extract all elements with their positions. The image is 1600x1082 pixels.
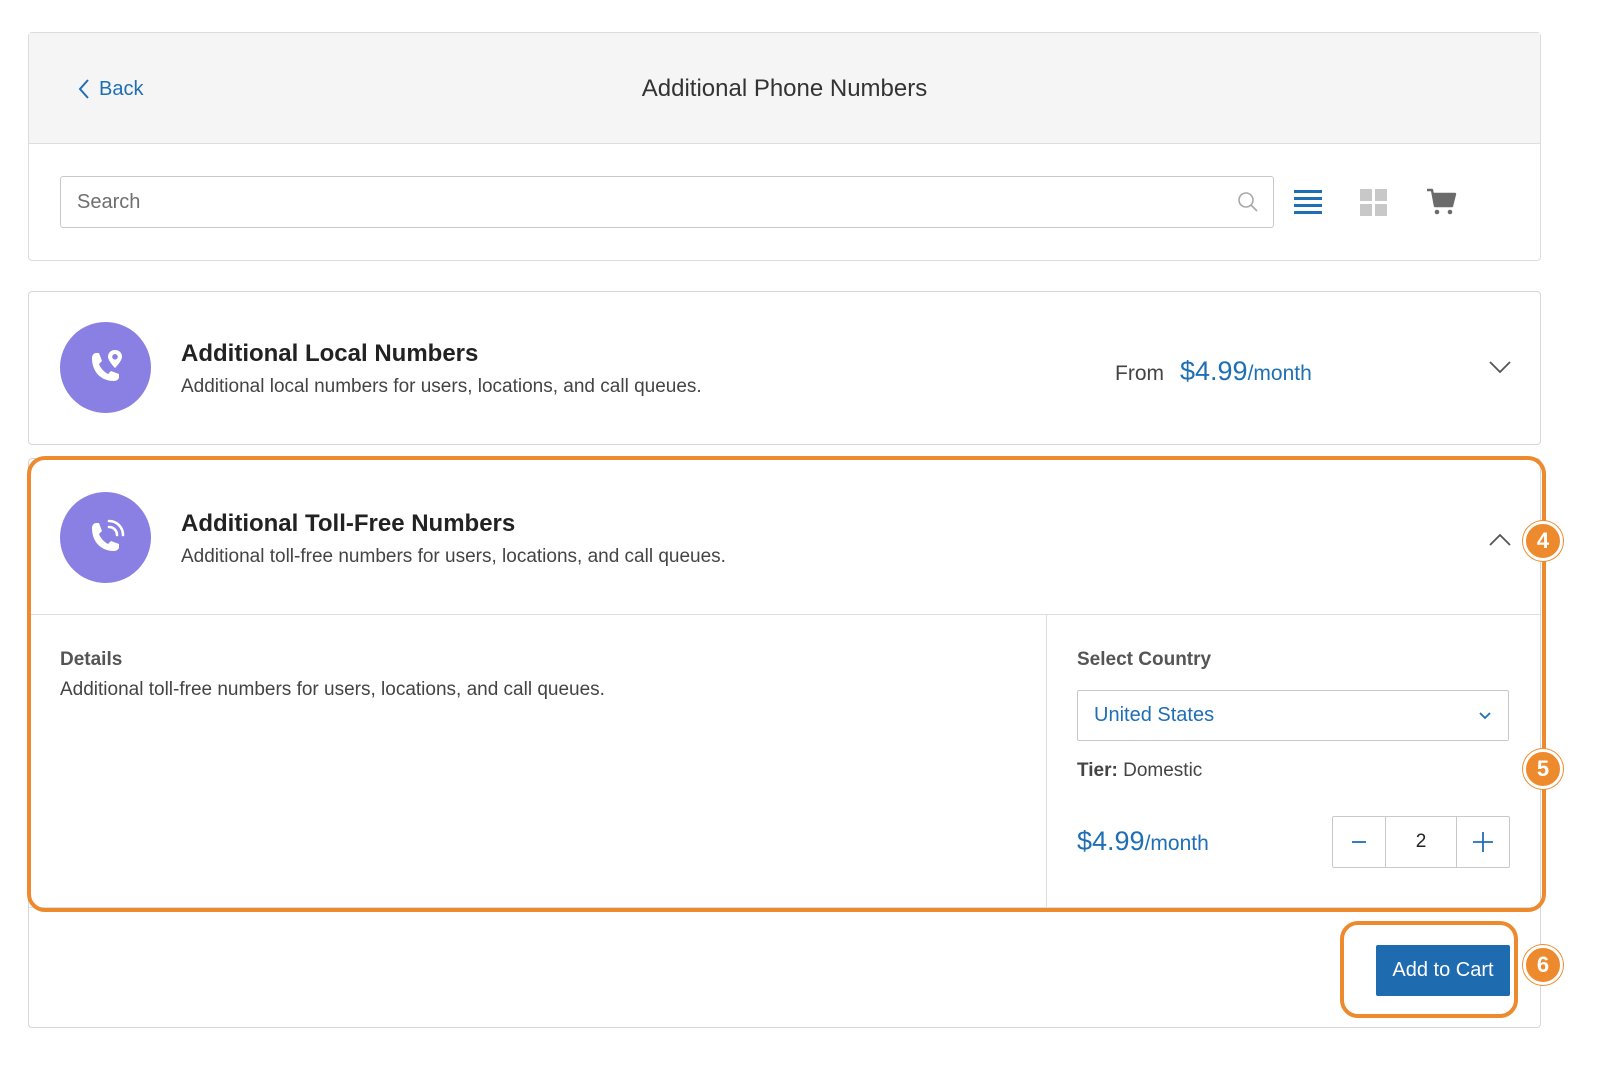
divider: [1046, 614, 1047, 907]
phone-location-icon: [60, 322, 151, 413]
product-price: $4.99 /month: [1077, 826, 1209, 857]
select-country-label: Select Country: [1077, 649, 1212, 670]
divider: [29, 614, 1540, 615]
search-icon[interactable]: [1237, 191, 1259, 213]
list-view-icon[interactable]: [1293, 187, 1323, 217]
step-badge: 4: [1523, 521, 1563, 561]
grid-view-icon[interactable]: [1359, 187, 1389, 217]
product-card-toll-free-numbers: Additional Toll-Free Numbers Additional …: [28, 458, 1541, 1028]
quantity-stepper: 2: [1332, 816, 1510, 868]
price-prefix: From: [1115, 362, 1164, 385]
country-select[interactable]: United States: [1077, 690, 1509, 741]
decrement-button[interactable]: [1333, 817, 1385, 867]
product-description: Additional toll-free numbers for users, …: [181, 546, 726, 567]
phone-ringing-icon: [60, 492, 151, 583]
product-title: Additional Toll-Free Numbers: [181, 510, 516, 537]
chevron-down-icon: [1479, 712, 1491, 720]
step-badge: 6: [1523, 945, 1563, 985]
product-description: Additional local numbers for users, loca…: [181, 376, 702, 397]
increment-button[interactable]: [1457, 817, 1509, 867]
tier-value: Domestic: [1123, 760, 1203, 781]
plus-icon: [1473, 832, 1493, 852]
details-text: Additional toll-free numbers for users, …: [60, 679, 605, 700]
header-card: Back Additional Phone Numbers: [28, 32, 1541, 261]
search-field[interactable]: [60, 176, 1274, 228]
country-select-value: United States: [1094, 704, 1215, 726]
price-unit: /month: [1247, 362, 1312, 385]
product-price: From $4.99 /month: [1115, 356, 1312, 387]
minus-icon: [1352, 841, 1366, 843]
price-amount: $4.99: [1180, 356, 1248, 386]
chevron-up-icon[interactable]: [1487, 527, 1513, 553]
product-title: Additional Local Numbers: [181, 340, 479, 367]
tier-info: Tier: Domestic: [1077, 760, 1202, 782]
chevron-down-icon[interactable]: [1487, 354, 1513, 380]
step-badge: 5: [1523, 749, 1563, 789]
price-unit: /month: [1144, 832, 1209, 855]
header-bar: Back Additional Phone Numbers: [29, 33, 1540, 144]
details-heading: Details: [60, 649, 123, 670]
price-amount: $4.99: [1077, 826, 1145, 856]
product-card-local-numbers[interactable]: Additional Local Numbers Additional loca…: [28, 291, 1541, 445]
quantity-input[interactable]: 2: [1385, 817, 1457, 867]
cart-icon[interactable]: [1425, 185, 1457, 217]
divider: [29, 907, 1540, 908]
page-title: Additional Phone Numbers: [641, 75, 928, 102]
search-input[interactable]: [61, 177, 1273, 227]
tier-label: Tier:: [1077, 760, 1118, 781]
add-to-cart-button[interactable]: Add to Cart: [1376, 945, 1510, 996]
